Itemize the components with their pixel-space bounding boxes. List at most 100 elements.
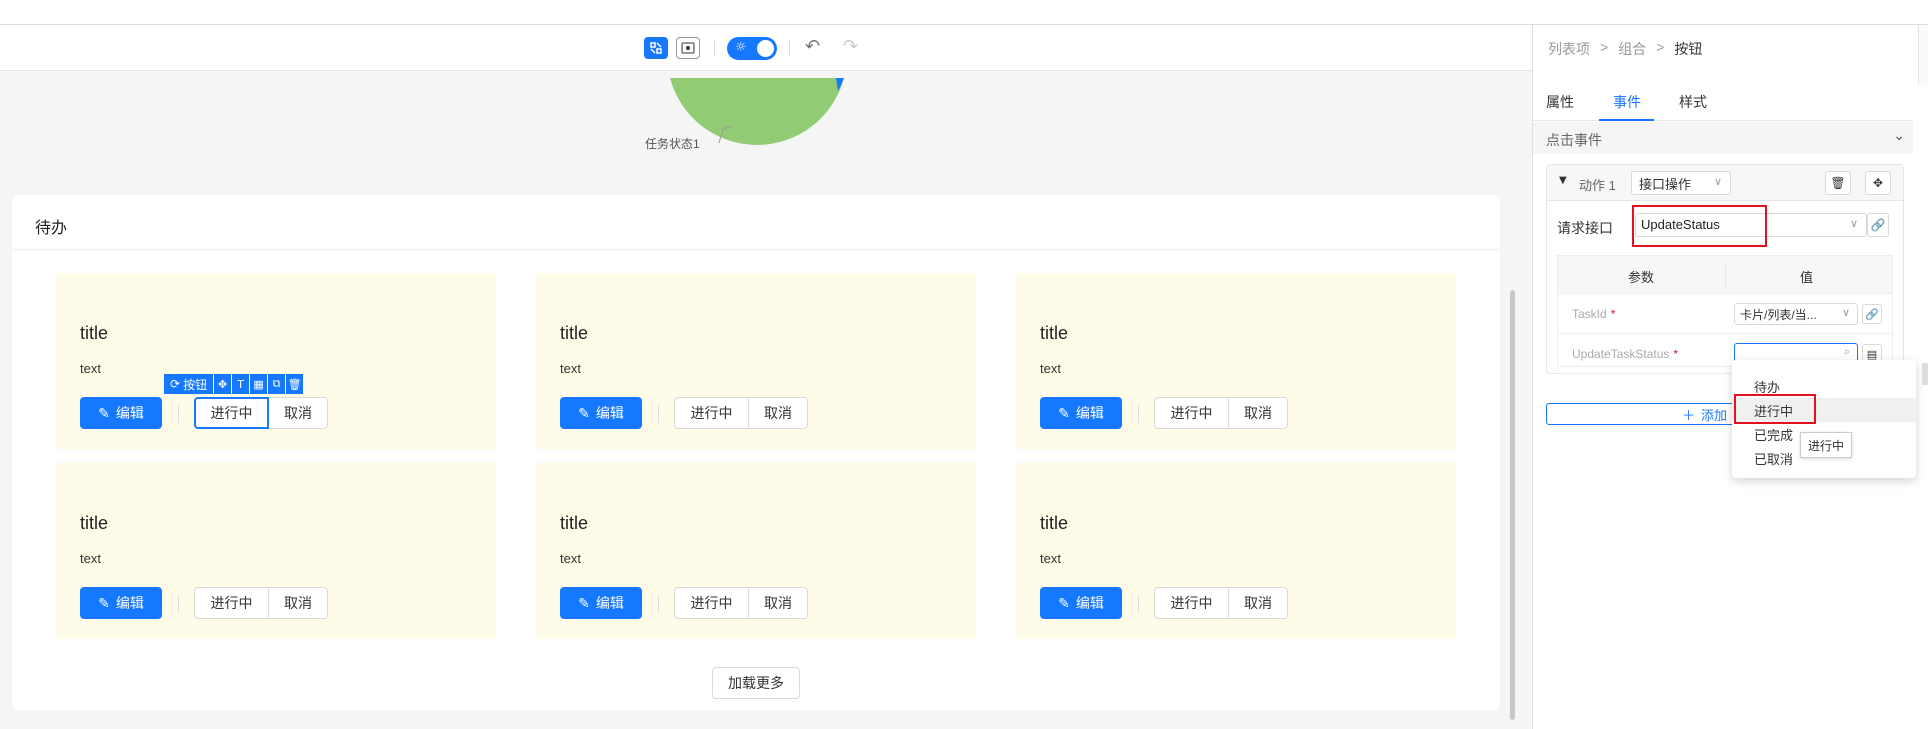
in-progress-button[interactable]: 进行中 bbox=[674, 587, 749, 619]
edit-button[interactable]: ✎ 编辑 bbox=[80, 587, 162, 619]
button-divider bbox=[178, 595, 179, 613]
param-header: 参数 bbox=[1628, 270, 1655, 285]
link-icon[interactable]: 🔗 bbox=[1867, 213, 1889, 237]
in-progress-button[interactable]: 进行中 bbox=[194, 397, 269, 429]
pencil-icon: ✎ bbox=[1058, 594, 1070, 611]
param-name-text: TaskId bbox=[1572, 307, 1607, 321]
item-title: title bbox=[1040, 513, 1069, 533]
in-progress-button[interactable]: 进行中 bbox=[1154, 587, 1229, 619]
item-title: title bbox=[560, 323, 589, 343]
params-table: 参数 值 TaskId * 卡片/列表/当... ∨ 🔗 UpdateTaskSt… bbox=[1557, 255, 1893, 374]
breadcrumb: 列表项 > 组合 > 按钮 bbox=[1548, 39, 1702, 59]
breadcrumb-separator: > bbox=[1656, 39, 1665, 55]
copy-icon[interactable]: ⧉ bbox=[268, 374, 286, 394]
cancel-button[interactable]: 取消 bbox=[1229, 397, 1288, 429]
panel-edge-handle[interactable] bbox=[1922, 363, 1928, 385]
cancel-button[interactable]: 取消 bbox=[749, 587, 808, 619]
cancel-button[interactable]: 取消 bbox=[749, 397, 808, 429]
sun-icon: ☼ bbox=[735, 40, 747, 55]
cancel-button[interactable]: 取消 bbox=[269, 587, 328, 619]
action-type-value: 接口操作 bbox=[1639, 176, 1692, 192]
button-divider bbox=[1138, 405, 1139, 423]
list-item[interactable]: title text ✎ 编辑 进行中 取消 bbox=[56, 463, 496, 639]
load-more-button[interactable]: 加载更多 bbox=[712, 667, 800, 699]
params-header: 参数 值 bbox=[1558, 256, 1892, 294]
edit-button[interactable]: ✎ 编辑 bbox=[560, 397, 642, 429]
pencil-icon: ✎ bbox=[578, 594, 590, 611]
item-title: title bbox=[80, 323, 109, 343]
panel-tabs: 属性 事件 样式 bbox=[1533, 85, 1913, 121]
status-button-group: 进行中 取消 bbox=[194, 587, 328, 619]
list-item[interactable]: title text ✎ 编辑 进行中 取消 bbox=[536, 273, 976, 449]
required-mark: * bbox=[1610, 307, 1616, 321]
item-text: text bbox=[560, 551, 581, 566]
click-event-section[interactable]: 点击事件 ⌄ bbox=[1533, 122, 1913, 154]
refresh-icon: ⟳ bbox=[170, 377, 181, 391]
cancel-button[interactable]: 取消 bbox=[269, 397, 328, 429]
edit-label: 编辑 bbox=[1075, 595, 1104, 611]
move-icon[interactable]: ✥ bbox=[214, 374, 232, 394]
tab-events[interactable]: 事件 bbox=[1613, 92, 1641, 112]
selection-label[interactable]: ⟳ 按钮 bbox=[164, 374, 214, 394]
active-tab-indicator bbox=[1599, 119, 1654, 121]
param-name: TaskId * bbox=[1572, 307, 1615, 321]
chevron-down-icon[interactable]: ⌄ bbox=[1893, 128, 1905, 144]
delete-icon[interactable]: 🗑 bbox=[286, 374, 304, 394]
link-icon[interactable]: 🔗 bbox=[1862, 304, 1882, 324]
list-item[interactable]: title text ✎ 编辑 进行中 取消 bbox=[1016, 463, 1456, 639]
edit-button[interactable]: ✎ 编辑 bbox=[1040, 587, 1122, 619]
param-value-select[interactable]: 卡片/列表/当... ∨ bbox=[1734, 303, 1858, 325]
edit-button[interactable]: ✎ 编辑 bbox=[560, 587, 642, 619]
undo-icon[interactable]: ↶ bbox=[805, 36, 820, 57]
todo-card: 待办 title text ⟳ 按钮 ✥ T ▦ ⧉ 🗑 ✎ 编辑 进行中 取消 t… bbox=[12, 195, 1500, 710]
toggle-knob bbox=[757, 40, 774, 57]
button-divider bbox=[178, 405, 179, 423]
edit-button[interactable]: ✎ 编辑 bbox=[1040, 397, 1122, 429]
design-canvas: ☼ ↶ ↷ 任务状态1 待办 title text ⟳ 按钮 ✥ T ▦ ⧉ 🗑 … bbox=[0, 25, 1532, 729]
required-mark: * bbox=[1673, 347, 1679, 361]
edit-label: 编辑 bbox=[595, 405, 624, 421]
button-divider bbox=[658, 595, 659, 613]
todo-title: 待办 bbox=[35, 220, 68, 237]
toolbar-divider bbox=[714, 39, 715, 57]
layout-icon[interactable] bbox=[644, 37, 668, 59]
tab-styles[interactable]: 样式 bbox=[1679, 92, 1707, 112]
action-name: 动作 1 bbox=[1579, 178, 1616, 193]
in-progress-button[interactable]: 进行中 bbox=[1154, 397, 1229, 429]
pencil-icon: ✎ bbox=[98, 404, 110, 421]
canvas-scrollbar[interactable] bbox=[1510, 290, 1515, 720]
panel-scrollbar[interactable] bbox=[1918, 25, 1928, 85]
tab-properties[interactable]: 属性 bbox=[1546, 92, 1574, 112]
plus-icon: ＋ bbox=[1682, 407, 1696, 423]
preview-icon[interactable] bbox=[676, 37, 700, 59]
highlight-box bbox=[1734, 394, 1816, 424]
item-text: text bbox=[560, 361, 581, 376]
chevron-down-icon: ∨ bbox=[1849, 217, 1858, 230]
text-icon[interactable]: T bbox=[232, 374, 250, 394]
pencil-icon: ✎ bbox=[98, 594, 110, 611]
action-card: ▼ 动作 1 接口操作 ∨ 🗑 ✥ 请求接口 UpdateStatus ∨ 🔗 … bbox=[1546, 164, 1904, 374]
button-divider bbox=[1138, 595, 1139, 613]
in-progress-button[interactable]: 进行中 bbox=[194, 587, 269, 619]
header-divider bbox=[1725, 264, 1726, 286]
item-text: text bbox=[1040, 551, 1061, 566]
breadcrumb-item[interactable]: 列表项 bbox=[1548, 39, 1590, 59]
cancel-button[interactable]: 取消 bbox=[1229, 587, 1288, 619]
breadcrumb-item[interactable]: 组合 bbox=[1618, 39, 1646, 59]
in-progress-button[interactable]: 进行中 bbox=[674, 397, 749, 429]
collapse-icon[interactable]: ▼ bbox=[1559, 175, 1567, 186]
selection-toolbar: ⟳ 按钮 ✥ T ▦ ⧉ 🗑 bbox=[164, 374, 304, 394]
list-item[interactable]: title text ⟳ 按钮 ✥ T ▦ ⧉ 🗑 ✎ 编辑 进行中 取消 bbox=[56, 273, 496, 449]
delete-icon[interactable]: 🗑 bbox=[1825, 171, 1851, 195]
status-button-group: 进行中 取消 bbox=[194, 397, 328, 429]
table-icon[interactable]: ▦ bbox=[250, 374, 268, 394]
list-item[interactable]: title text ✎ 编辑 进行中 取消 bbox=[536, 463, 976, 639]
value-header: 值 bbox=[1800, 270, 1814, 285]
action-type-select[interactable]: 接口操作 ∨ bbox=[1631, 171, 1731, 195]
edit-label: 编辑 bbox=[1075, 405, 1104, 421]
theme-toggle[interactable]: ☼ bbox=[727, 37, 777, 60]
list-item[interactable]: title text ✎ 编辑 进行中 取消 bbox=[1016, 273, 1456, 449]
move-icon[interactable]: ✥ bbox=[1865, 171, 1891, 195]
edit-button[interactable]: ✎ 编辑 bbox=[80, 397, 162, 429]
redo-icon[interactable]: ↷ bbox=[843, 36, 858, 57]
